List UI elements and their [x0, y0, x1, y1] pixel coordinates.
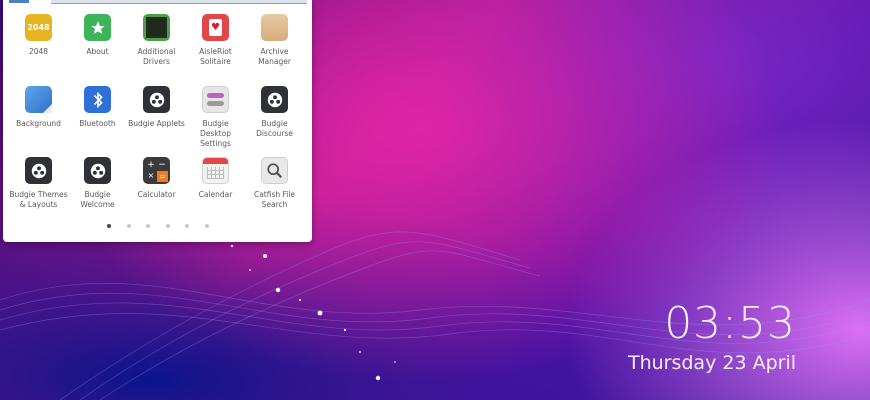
app-budgie-applets[interactable]: Budgie Applets [127, 86, 186, 129]
page-dot-4[interactable] [166, 224, 170, 228]
app-background[interactable]: Background [9, 86, 68, 129]
app-label: Budgie Discourse [256, 119, 293, 138]
budgie-icon [25, 157, 52, 184]
app-launcher: 2048 2048 About Additional Drivers ♥ Ais… [3, 0, 312, 242]
app-budgie-discourse[interactable]: Budgie Discourse [245, 86, 304, 139]
calculator-icon: + − × = [143, 157, 170, 184]
game-2048-icon: 2048 [25, 14, 52, 41]
playing-card-icon: ♥ [202, 14, 229, 41]
app-archive-manager[interactable]: Archive Manager [245, 14, 304, 67]
archive-box-icon [261, 14, 288, 41]
app-2048[interactable]: 2048 2048 [9, 14, 68, 57]
app-label: Calculator [137, 190, 176, 199]
app-label: Bluetooth [79, 119, 116, 128]
app-about[interactable]: About [68, 14, 127, 57]
page-dot-5[interactable] [185, 224, 189, 228]
app-label: 2048 [28, 47, 49, 56]
app-label: Budgie Themes & Layouts [9, 190, 68, 209]
search-input[interactable] [51, 0, 307, 4]
app-additional-drivers[interactable]: Additional Drivers [127, 14, 186, 67]
app-label: Catfish File Search [253, 190, 296, 209]
app-calculator[interactable]: + − × = Calculator [127, 157, 186, 200]
magnifier-icon [261, 157, 288, 184]
app-label: Calendar [198, 190, 233, 199]
bluetooth-icon [84, 86, 111, 113]
app-label: Budgie Applets [128, 119, 185, 128]
app-label: Archive Manager [258, 47, 291, 66]
page-dot-1[interactable] [107, 224, 111, 228]
app-calendar[interactable]: Calendar [186, 157, 245, 200]
app-budgie-welcome[interactable]: Budgie Welcome [68, 157, 127, 210]
app-label: Additional Drivers [137, 47, 176, 66]
app-label: About [86, 47, 109, 56]
app-catfish-file-search[interactable]: Catfish File Search [245, 157, 304, 210]
clock-time: 03:53 [664, 298, 796, 349]
toggles-icon [202, 86, 229, 113]
clock-date: Thursday 23 April [627, 352, 796, 374]
app-label: Budgie Welcome [80, 190, 115, 209]
app-budgie-themes-layouts[interactable]: Budgie Themes & Layouts [9, 157, 68, 210]
budgie-icon [143, 86, 170, 113]
app-bluetooth[interactable]: Bluetooth [68, 86, 127, 129]
app-aisleriot-solitaire[interactable]: ♥ AisleRiot Solitaire [186, 14, 245, 67]
app-label: Background [16, 119, 61, 128]
budgie-icon [84, 157, 111, 184]
page-dot-6[interactable] [205, 224, 209, 228]
calendar-icon [202, 157, 229, 184]
star-icon [84, 14, 111, 41]
app-label: Budgie Desktop Settings [200, 119, 231, 148]
chip-icon [143, 14, 170, 41]
budgie-icon [261, 86, 288, 113]
page-dot-3[interactable] [146, 224, 150, 228]
app-label: AisleRiot Solitaire [199, 47, 232, 66]
launcher-corner-button[interactable] [9, 0, 29, 3]
page-dot-2[interactable] [127, 224, 131, 228]
desktop-clock: 03:53 Thursday 23 April [628, 300, 796, 376]
app-budgie-desktop-settings[interactable]: Budgie Desktop Settings [186, 86, 245, 149]
wallpaper-icon [25, 86, 52, 113]
